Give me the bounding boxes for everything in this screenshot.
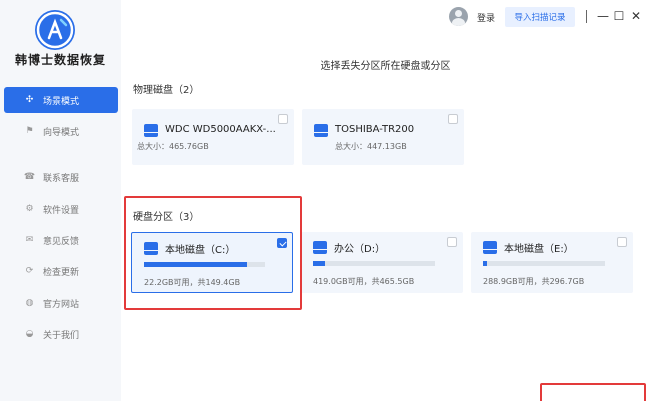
disk-size: 总大小：447.13GB: [335, 142, 407, 151]
partition-card-d[interactable]: 办公（D:） 419.0GB可用，共465.5GB: [301, 232, 463, 293]
usage-bar: [483, 261, 605, 266]
page-title: 选择丢失分区所在硬盘或分区: [320, 61, 451, 72]
maximize-icon[interactable]: ☐: [612, 8, 626, 24]
disk-checkbox[interactable]: [448, 114, 458, 124]
disk-name: TOSHIBA-TR200: [335, 124, 415, 135]
import-scan-record-button[interactable]: 导入扫描记录: [505, 7, 575, 27]
sidebar: 韩博士数据恢复 ✣ 场景模式 ⚑ 向导模式 ☎ 联系客服 ⚙ 软件设置 ✉ 意见…: [0, 0, 121, 401]
usage-bar: [144, 262, 265, 267]
sidebar-item-label: 检查更新: [43, 267, 80, 278]
physical-disks-title: 物理磁盘（2）: [133, 85, 200, 96]
highlight-next-button-box: [540, 383, 646, 401]
sidebar-item-scene-mode[interactable]: ✣ 场景模式: [4, 87, 118, 113]
usage-fill: [483, 261, 487, 266]
feedback-icon: ✉: [25, 235, 34, 245]
partition-card-e[interactable]: 本地磁盘（E:） 288.9GB可用，共296.7GB: [471, 232, 633, 293]
headset-icon: ☎: [23, 172, 36, 182]
partition-size: 288.9GB可用，共296.7GB: [483, 277, 585, 286]
close-icon[interactable]: ✕: [629, 8, 643, 24]
hard-drive-icon: [313, 241, 327, 254]
minimize-icon[interactable]: —: [596, 8, 610, 24]
info-icon: ◒: [25, 329, 34, 339]
hard-drive-icon: [483, 241, 497, 254]
sidebar-item-label: 场景模式: [43, 96, 80, 107]
user-avatar-icon[interactable]: [449, 7, 468, 26]
partition-card-c[interactable]: 本地磁盘（C:） 22.2GB可用，共149.4GB: [131, 232, 293, 293]
sidebar-item-label: 意见反馈: [43, 236, 80, 247]
sidebar-item-label: 关于我们: [43, 330, 80, 341]
globe-icon: ◍: [25, 298, 34, 308]
partitions-title: 硬盘分区（3）: [133, 212, 200, 223]
scene-icon: ✣: [25, 95, 34, 105]
sidebar-item-label: 官方网站: [43, 299, 80, 310]
sidebar-item-about[interactable]: ◒ 关于我们: [4, 321, 118, 347]
update-icon: ⟳: [25, 266, 34, 276]
partition-checkbox[interactable]: [447, 237, 457, 247]
gear-icon: ⚙: [25, 204, 34, 214]
physical-disk-card-1[interactable]: WDC WD5000AAKX-... 总大小：465.76GB: [132, 109, 294, 165]
flag-icon: ⚑: [25, 126, 34, 136]
partition-size: 419.0GB可用，共465.5GB: [313, 277, 415, 286]
sidebar-item-label: 联系客服: [43, 173, 80, 184]
hard-drive-icon: [144, 242, 158, 255]
sidebar-item-contact-support[interactable]: ☎ 联系客服: [4, 164, 118, 190]
sidebar-item-label: 软件设置: [43, 205, 80, 216]
usage-fill: [144, 262, 247, 267]
hard-drive-icon: [314, 124, 328, 137]
login-link[interactable]: 登录: [477, 11, 495, 24]
partition-size: 22.2GB可用，共149.4GB: [144, 278, 241, 287]
sidebar-item-settings[interactable]: ⚙ 软件设置: [4, 196, 118, 222]
app-logo-icon: [35, 10, 75, 50]
usage-bar: [313, 261, 435, 266]
partition-name: 本地磁盘（C:）: [165, 245, 236, 256]
sidebar-item-feedback[interactable]: ✉ 意见反馈: [4, 227, 118, 253]
physical-disk-card-2[interactable]: TOSHIBA-TR200 总大小：447.13GB: [302, 109, 464, 165]
partition-name: 办公（D:）: [334, 244, 386, 255]
hard-drive-icon: [144, 124, 158, 137]
usage-fill: [313, 261, 326, 266]
partition-checkbox[interactable]: [277, 238, 287, 248]
partition-checkbox[interactable]: [617, 237, 627, 247]
sidebar-item-website[interactable]: ◍ 官方网站: [4, 290, 118, 316]
disk-name: WDC WD5000AAKX-...: [165, 124, 276, 135]
app-title: 韩博士数据恢复: [14, 53, 106, 67]
disk-checkbox[interactable]: [278, 114, 288, 124]
partition-name: 本地磁盘（E:）: [504, 244, 574, 255]
sidebar-item-check-update[interactable]: ⟳ 检查更新: [4, 258, 118, 284]
window-controls-separator: [586, 10, 587, 23]
sidebar-item-wizard-mode[interactable]: ⚑ 向导模式: [4, 118, 118, 144]
disk-size: 总大小：465.76GB: [137, 142, 209, 151]
sidebar-item-label: 向导模式: [43, 127, 80, 138]
